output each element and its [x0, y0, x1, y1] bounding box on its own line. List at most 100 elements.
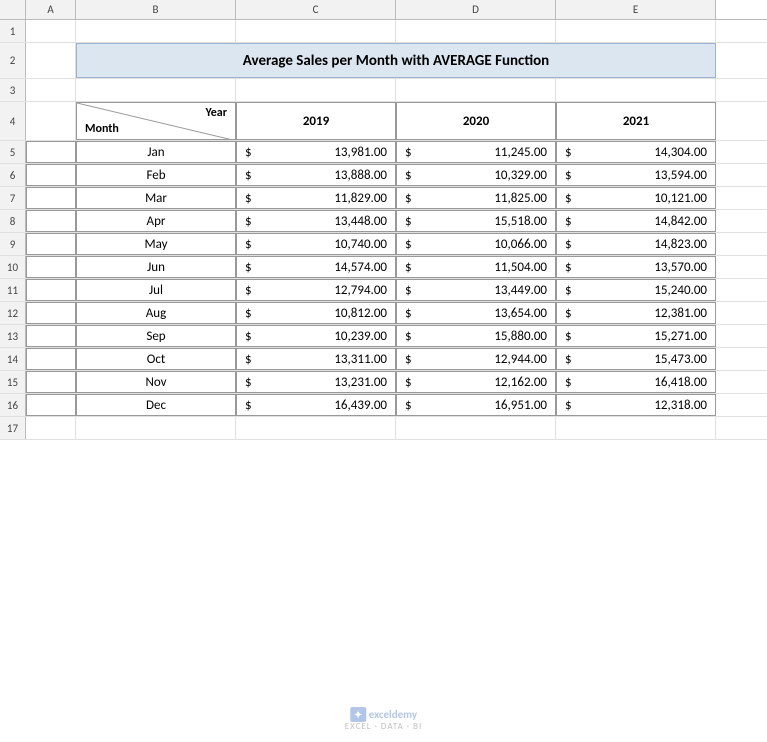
cell-b6-month[interactable]: Feb: [76, 164, 236, 186]
cell-c16[interactable]: $ 16,439.00: [236, 394, 396, 416]
cell-a1[interactable]: [26, 20, 76, 42]
row-13: 13 Sep $ 10,239.00 $ 15,880.00 $ 15,271.…: [0, 325, 767, 348]
cell-a4[interactable]: [26, 102, 76, 140]
col-header-b: B: [76, 0, 236, 19]
cell-b13-month[interactable]: Sep: [76, 325, 236, 347]
cell-c12[interactable]: $ 10,812.00: [236, 302, 396, 324]
cell-a16[interactable]: [26, 394, 76, 416]
cell-b3[interactable]: [76, 79, 236, 101]
cell-c8[interactable]: $ 13,448.00: [236, 210, 396, 232]
cell-b10-month[interactable]: Jun: [76, 256, 236, 278]
watermark-logo: ✦ exceldemy: [345, 708, 422, 721]
cell-a9[interactable]: [26, 233, 76, 255]
row-14: 14 Oct $ 13,311.00 $ 12,944.00 $ 15,473.…: [0, 348, 767, 371]
cell-d13[interactable]: $ 15,880.00: [396, 325, 556, 347]
cell-e7[interactable]: $ 10,121.00: [556, 187, 716, 209]
cell-e6[interactable]: $ 13,594.00: [556, 164, 716, 186]
cell-a6[interactable]: [26, 164, 76, 186]
amount-c7: 11,829.00: [259, 191, 387, 206]
cell-e15[interactable]: $ 16,418.00: [556, 371, 716, 393]
cell-c10[interactable]: $ 14,574.00: [236, 256, 396, 278]
cell-b5-month[interactable]: Jan: [76, 141, 236, 163]
cell-e17[interactable]: [556, 417, 716, 439]
cell-e10[interactable]: $ 13,570.00: [556, 256, 716, 278]
row-6: 6 Feb $ 13,888.00 $ 10,329.00 $ 13,594.0…: [0, 164, 767, 187]
amount-c6: 13,888.00: [259, 168, 387, 183]
cell-c17[interactable]: [236, 417, 396, 439]
row-12: 12 Aug $ 10,812.00 $ 13,654.00 $ 12,381.…: [0, 302, 767, 325]
cell-d14[interactable]: $ 12,944.00: [396, 348, 556, 370]
cell-e5[interactable]: $ 14,304.00: [556, 141, 716, 163]
year-header-2020: 2020: [396, 102, 556, 140]
cell-c6[interactable]: $ 13,888.00: [236, 164, 396, 186]
cell-d9[interactable]: $ 10,066.00: [396, 233, 556, 255]
cell-a14[interactable]: [26, 348, 76, 370]
cell-a2[interactable]: [26, 43, 76, 78]
row-num-17: 17: [0, 417, 26, 439]
cell-a5[interactable]: [26, 141, 76, 163]
cell-e14[interactable]: $ 15,473.00: [556, 348, 716, 370]
cell-b12-month[interactable]: Aug: [76, 302, 236, 324]
amount-d16: 16,951.00: [419, 398, 547, 413]
cell-b17[interactable]: [76, 417, 236, 439]
cell-e1[interactable]: [556, 20, 716, 42]
cell-e16[interactable]: $ 12,318.00: [556, 394, 716, 416]
cell-a10[interactable]: [26, 256, 76, 278]
cell-a8[interactable]: [26, 210, 76, 232]
cell-d10[interactable]: $ 11,504.00: [396, 256, 556, 278]
cell-c1[interactable]: [236, 20, 396, 42]
cell-d8[interactable]: $ 15,518.00: [396, 210, 556, 232]
cell-b9-month[interactable]: May: [76, 233, 236, 255]
cell-b1[interactable]: [76, 20, 236, 42]
cell-d1[interactable]: [396, 20, 556, 42]
amount-d9: 10,066.00: [419, 237, 547, 252]
cell-d12[interactable]: $ 13,654.00: [396, 302, 556, 324]
cell-d17[interactable]: [396, 417, 556, 439]
col-header-c: C: [236, 0, 396, 19]
cell-e9[interactable]: $ 14,823.00: [556, 233, 716, 255]
amount-c5: 13,981.00: [259, 145, 387, 160]
dollar-sign-d9: $: [405, 237, 415, 252]
cell-a7[interactable]: [26, 187, 76, 209]
row-num-3: 3: [0, 79, 26, 101]
cell-c13[interactable]: $ 10,239.00: [236, 325, 396, 347]
dollar-sign-d10: $: [405, 260, 415, 275]
row-num-15: 15: [0, 371, 26, 393]
dollar-sign-d12: $: [405, 306, 415, 321]
cell-a13[interactable]: [26, 325, 76, 347]
cell-b11-month[interactable]: Jul: [76, 279, 236, 301]
cell-a11[interactable]: [26, 279, 76, 301]
cell-e13[interactable]: $ 15,271.00: [556, 325, 716, 347]
cell-d5[interactable]: $ 11,245.00: [396, 141, 556, 163]
cell-c7[interactable]: $ 11,829.00: [236, 187, 396, 209]
cell-b14-month[interactable]: Oct: [76, 348, 236, 370]
cell-b16-month[interactable]: Dec: [76, 394, 236, 416]
cell-e8[interactable]: $ 14,842.00: [556, 210, 716, 232]
cell-c3[interactable]: [236, 79, 396, 101]
cell-d16[interactable]: $ 16,951.00: [396, 394, 556, 416]
cell-b15-month[interactable]: Nov: [76, 371, 236, 393]
cell-a3[interactable]: [26, 79, 76, 101]
cell-c5[interactable]: $ 13,981.00: [236, 141, 396, 163]
cell-b7-month[interactable]: Mar: [76, 187, 236, 209]
dollar-sign-e5: $: [565, 145, 575, 160]
cell-c15[interactable]: $ 13,231.00: [236, 371, 396, 393]
cell-d3[interactable]: [396, 79, 556, 101]
cell-a12[interactable]: [26, 302, 76, 324]
cell-e12[interactable]: $ 12,381.00: [556, 302, 716, 324]
cell-a17[interactable]: [26, 417, 76, 439]
cell-d7[interactable]: $ 11,825.00: [396, 187, 556, 209]
cell-d15[interactable]: $ 12,162.00: [396, 371, 556, 393]
cell-b8-month[interactable]: Apr: [76, 210, 236, 232]
cell-e3[interactable]: [556, 79, 716, 101]
dollar-sign-c12: $: [245, 306, 255, 321]
row-11: 11 Jul $ 12,794.00 $ 13,449.00 $ 15,240.…: [0, 279, 767, 302]
cell-c9[interactable]: $ 10,740.00: [236, 233, 396, 255]
cell-c14[interactable]: $ 13,311.00: [236, 348, 396, 370]
cell-e11[interactable]: $ 15,240.00: [556, 279, 716, 301]
cell-a15[interactable]: [26, 371, 76, 393]
dollar-sign-d14: $: [405, 352, 415, 367]
cell-c11[interactable]: $ 12,794.00: [236, 279, 396, 301]
cell-d11[interactable]: $ 13,449.00: [396, 279, 556, 301]
cell-d6[interactable]: $ 10,329.00: [396, 164, 556, 186]
